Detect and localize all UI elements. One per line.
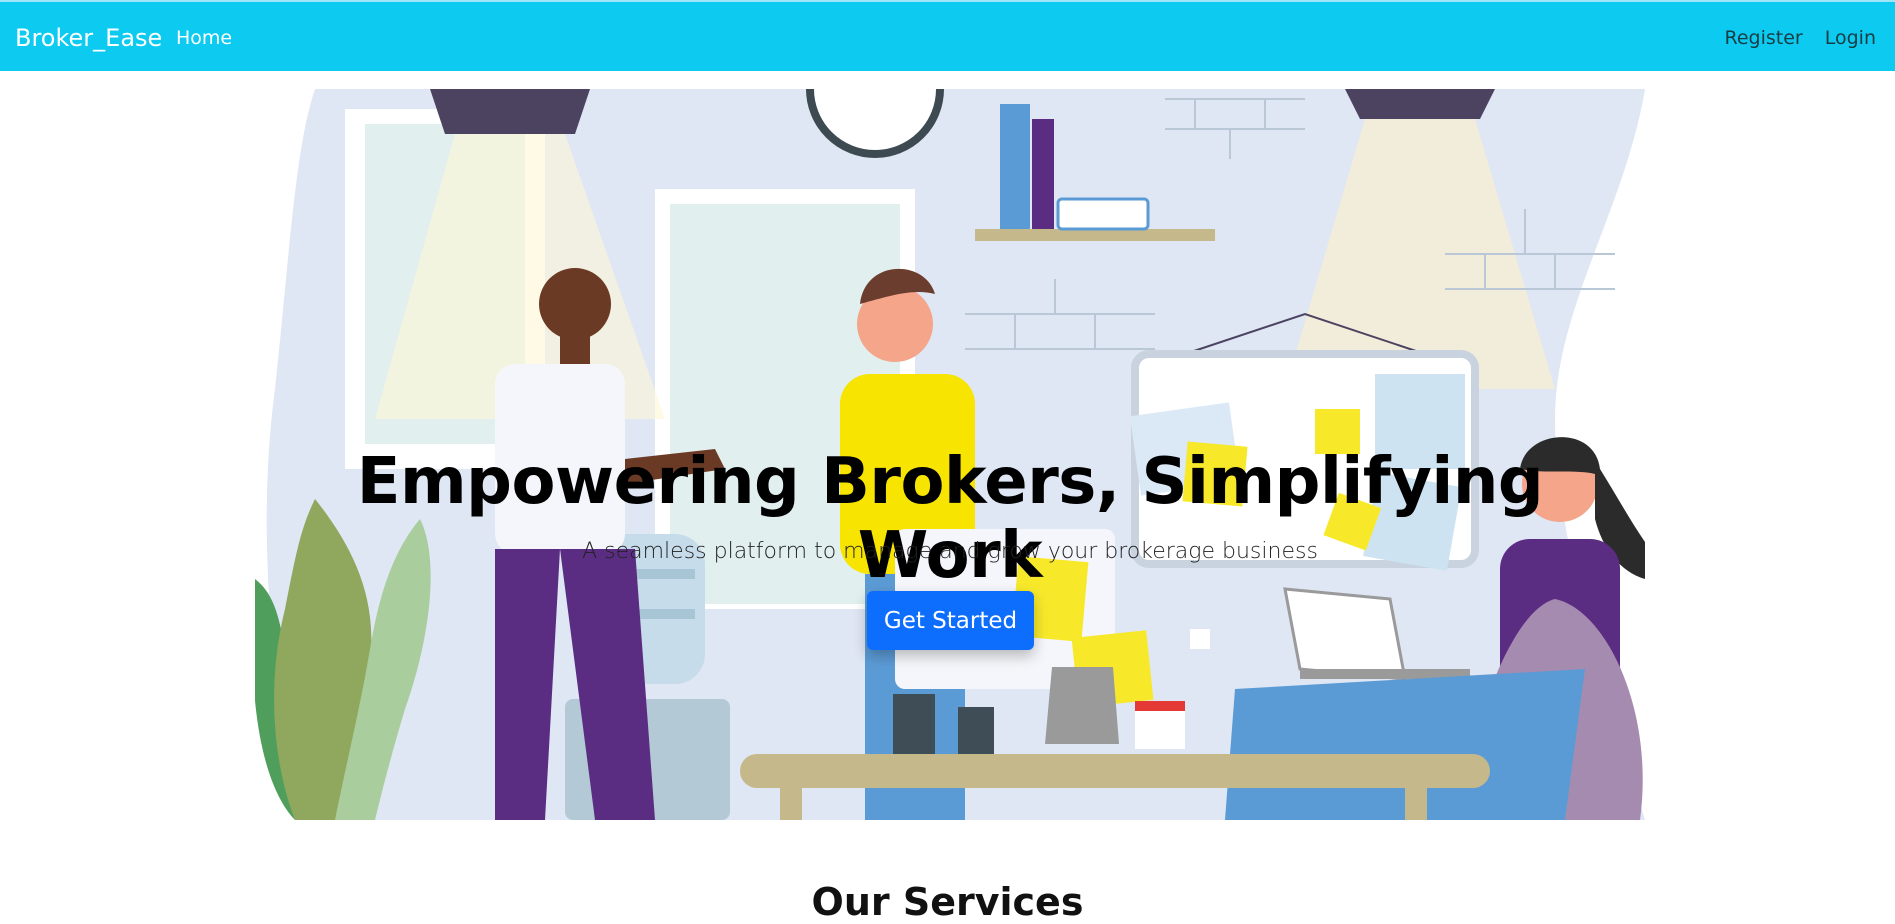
nav-home-link[interactable]: Home (176, 27, 232, 49)
navbar: Broker_Ease Home Register Login (0, 0, 1895, 71)
get-started-button[interactable]: Get Started (867, 591, 1034, 650)
services-heading: Our Services (811, 880, 1084, 924)
nav-register-link[interactable]: Register (1725, 27, 1803, 49)
hero-subtitle: A seamless platform to manage and grow y… (582, 539, 1318, 564)
nav-right: Register Login (1725, 27, 1877, 49)
hero-section: Empowering Brokers, Simplifying Work A s… (255, 89, 1645, 820)
brand-link[interactable]: Broker_Ease (15, 24, 162, 52)
hero-title: Empowering Brokers, Simplifying Work (356, 445, 1544, 593)
nav-login-link[interactable]: Login (1825, 27, 1876, 49)
